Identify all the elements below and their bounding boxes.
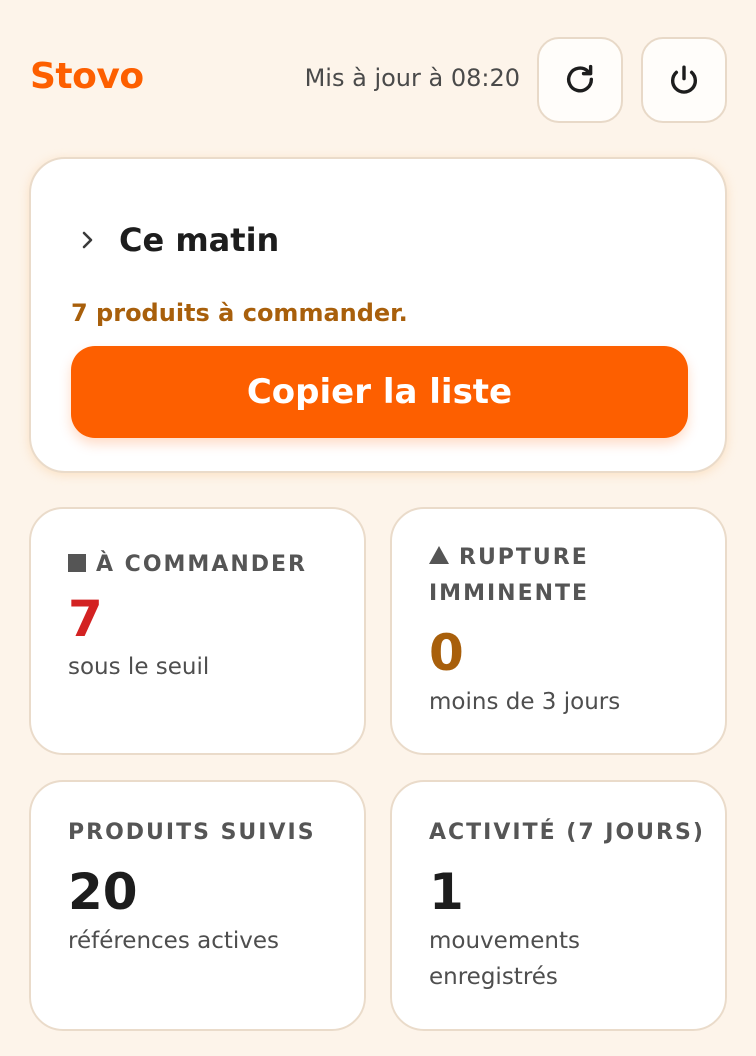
stat-description: mouvements enregistrés [429, 928, 580, 990]
products-to-order-text: 7 produits à commander. [71, 299, 408, 327]
chevron-right-icon [82, 231, 93, 249]
stat-label-text: RUPTURE IMMINENTE [429, 545, 590, 606]
stat-card-activity[interactable]: ACTIVITÉ (7 JOURS) 1 mouvements enregist… [390, 780, 727, 1031]
warning-triangle-icon [429, 546, 449, 564]
stat-label: À COMMANDER [68, 547, 344, 583]
stat-value: 1 [429, 863, 464, 921]
stat-value: 7 [68, 590, 103, 648]
last-updated-text: Mis à jour à 08:20 [304, 64, 520, 92]
logout-button[interactable] [641, 37, 727, 123]
refresh-icon [566, 64, 594, 93]
app-logo: Stovo [30, 56, 144, 97]
morning-summary-title: Ce matin [119, 221, 280, 259]
stat-value: 20 [68, 863, 138, 921]
stat-label-text: À COMMANDER [96, 552, 307, 577]
stat-description: références actives [68, 928, 280, 954]
stat-label: RUPTURE IMMINENTE [429, 540, 705, 612]
stat-label: ACTIVITÉ (7 JOURS) [429, 820, 705, 845]
app-header: Stovo Mis à jour à 08:20 [0, 0, 756, 160]
square-icon [68, 554, 86, 572]
copy-list-button[interactable]: Copier la liste [71, 346, 688, 438]
stat-card-to-order[interactable]: À COMMANDER 7 sous le seuil [29, 507, 366, 755]
stat-description: moins de 3 jours [429, 689, 621, 715]
stat-value: 0 [429, 624, 464, 682]
stat-description: sous le seuil [68, 654, 210, 680]
morning-summary-header[interactable]: Ce matin [77, 221, 279, 259]
refresh-button[interactable] [537, 37, 623, 123]
stat-card-tracked-products[interactable]: PRODUITS SUIVIS 20 références actives [29, 780, 366, 1031]
stat-label: PRODUITS SUIVIS [68, 820, 316, 845]
power-icon [671, 65, 697, 94]
morning-summary-card: Ce matin 7 produits à commander. Copier … [29, 157, 727, 473]
stat-card-imminent-stockout[interactable]: RUPTURE IMMINENTE 0 moins de 3 jours [390, 507, 727, 755]
